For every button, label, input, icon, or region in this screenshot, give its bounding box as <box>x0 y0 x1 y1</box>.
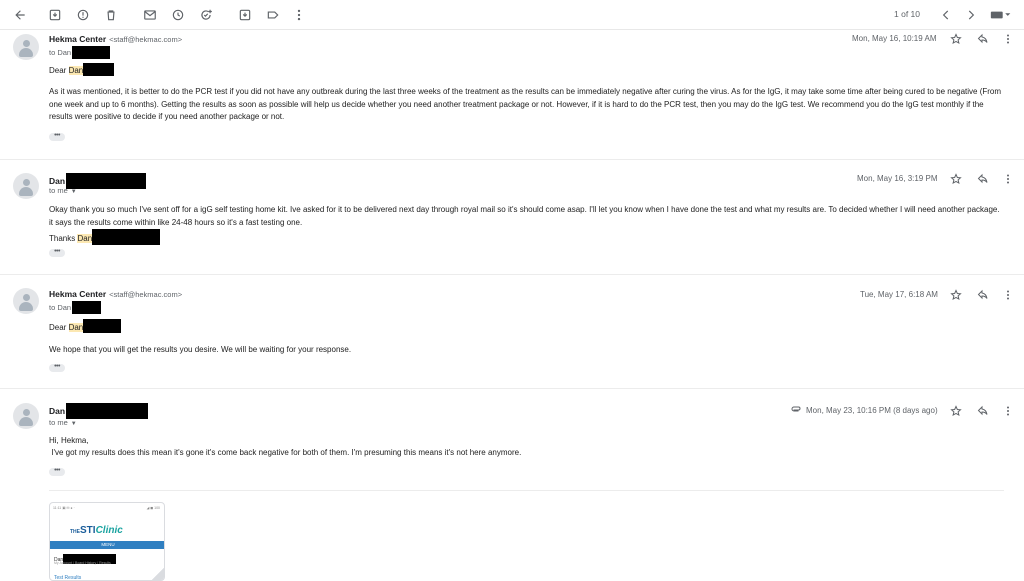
sender-email: <staff@hekmac.com> <box>109 35 183 44</box>
recipient-line[interactable]: to Dan <box>49 46 111 59</box>
sti-clinic-logo: THESTIClinic <box>70 525 123 536</box>
delete-icon[interactable] <box>102 6 120 24</box>
show-trimmed-content-button[interactable]: ••• <box>49 248 65 257</box>
avatar <box>13 288 39 314</box>
mark-unread-icon[interactable] <box>141 6 159 24</box>
show-trimmed-content-button[interactable]: ••• <box>49 363 65 372</box>
page-fold <box>152 568 164 580</box>
message-date: Mon, May 23, 10:16 PM (8 days ago) <box>806 406 938 415</box>
archive-icon[interactable] <box>46 6 64 24</box>
sender-label: Hekma Center <box>49 289 107 299</box>
input-tools-icon[interactable] <box>988 6 1014 24</box>
reply-icon[interactable] <box>976 32 990 46</box>
avatar <box>13 34 39 60</box>
recipient-label: to me <box>49 418 68 427</box>
show-trimmed-content-button[interactable]: ••• <box>49 467 65 476</box>
message-3: Hekma Center <staff@hekmac.com> to Dan Tu… <box>0 275 1024 389</box>
label-icon[interactable] <box>264 6 282 24</box>
avatar <box>13 173 39 199</box>
signoff-text: Thanks <box>49 234 76 243</box>
image-attachment-thumbnail[interactable]: 11:11 ▣ ✉ ● · ◢ ◼ 100 THESTIClinic MENU … <box>49 502 165 581</box>
greeting-line: Hi, Hekma, <box>49 436 89 445</box>
more-vert-icon[interactable] <box>1001 404 1015 418</box>
pager-count: 1 of 10 <box>894 9 920 19</box>
toolbar: 1 of 10 <box>0 0 1024 30</box>
message-2: Dan to me ▼ Mon, May 16, 3:19 PM Okay tha… <box>0 160 1024 275</box>
logo-the: THE <box>70 529 80 535</box>
recipient-label: to Dan <box>49 303 72 312</box>
avatar <box>13 403 39 429</box>
redaction-bar <box>72 301 102 314</box>
message-date: Tue, May 17, 6:18 AM <box>860 290 938 299</box>
sender-label: Dan <box>49 176 66 186</box>
sender-label: Dan <box>49 406 66 416</box>
attachment-menu-bar: MENU <box>50 541 164 549</box>
status-bar-right: ◢ ◼ 100 <box>146 506 160 510</box>
chevron-down-icon[interactable]: ▼ <box>71 189 77 195</box>
sender-name[interactable]: Hekma Center <staff@hekmac.com> <box>49 289 182 299</box>
redaction-bar <box>66 403 149 419</box>
logo-sti: STI <box>80 525 96 536</box>
redaction-bar <box>83 319 122 333</box>
attachment-test-results-link: Test Results <box>54 575 82 581</box>
report-spam-icon[interactable] <box>74 6 92 24</box>
reply-icon[interactable] <box>976 404 990 418</box>
greeting-text: Dear <box>49 323 67 332</box>
highlighted-name: Dan <box>77 234 93 243</box>
greeting-line: Dear Dan <box>49 319 1004 335</box>
divider <box>49 490 1004 491</box>
sender-email: <staff@hekmac.com> <box>109 290 183 299</box>
greeting-line: Dear Dan <box>49 63 1004 78</box>
older-chevron-right-icon[interactable] <box>962 6 980 24</box>
reply-icon[interactable] <box>976 288 990 302</box>
attachment-breadcrumb: My Account / Board History / Results <box>54 561 111 565</box>
redaction-bar <box>92 229 161 245</box>
recipient-line[interactable]: to me ▼ <box>49 418 77 427</box>
star-icon[interactable] <box>949 32 963 46</box>
more-vert-icon[interactable] <box>1001 172 1015 186</box>
redaction-bar <box>83 63 115 76</box>
highlighted-name: Dan <box>68 323 84 332</box>
sender-label: Hekma Center <box>49 34 107 44</box>
star-icon[interactable] <box>949 172 963 186</box>
recipient-label: to Dan <box>49 48 72 57</box>
message-body: Okay thank you so much I've sent off for… <box>49 205 1000 227</box>
show-trimmed-content-button[interactable]: ••• <box>49 132 65 141</box>
status-bar-left: 11:11 ▣ ✉ ● · <box>53 506 75 510</box>
sender-name[interactable]: Hekma Center <staff@hekmac.com> <box>49 34 182 44</box>
chevron-down-icon[interactable]: ▼ <box>71 421 77 427</box>
attachment-icon <box>789 403 803 417</box>
recipient-line[interactable]: to me ▼ <box>49 186 77 195</box>
more-vert-icon[interactable] <box>1001 32 1015 46</box>
sender-name[interactable]: Dan <box>49 403 149 419</box>
move-to-icon[interactable] <box>236 6 254 24</box>
add-task-icon[interactable] <box>197 6 215 24</box>
message-1: Hekma Center <staff@hekmac.com> to Dan Mo… <box>0 31 1024 160</box>
more-vert-icon[interactable] <box>1001 288 1015 302</box>
message-date: Mon, May 16, 10:19 AM <box>852 34 937 43</box>
recipient-label: to me <box>49 186 68 195</box>
back-arrow-icon[interactable] <box>11 6 29 24</box>
message-body: As it was mentioned, it is better to do … <box>49 87 1002 121</box>
message-body: I've got my results does this mean it's … <box>49 448 522 457</box>
message-date: Mon, May 16, 3:19 PM <box>857 174 938 183</box>
star-icon[interactable] <box>949 288 963 302</box>
signoff-line: Thanks Dan <box>49 229 1004 246</box>
highlighted-name: Dan <box>68 66 84 75</box>
redaction-bar <box>66 173 147 189</box>
greeting-text: Dear <box>49 66 67 75</box>
redaction-bar <box>72 46 111 59</box>
more-vert-icon[interactable] <box>290 6 308 24</box>
logo-clinic: Clinic <box>95 525 123 536</box>
message-body: We hope that you will get the results yo… <box>49 345 352 354</box>
recipient-line[interactable]: to Dan <box>49 301 102 314</box>
reply-icon[interactable] <box>976 172 990 186</box>
star-icon[interactable] <box>949 404 963 418</box>
snooze-icon[interactable] <box>169 6 187 24</box>
newer-chevron-left-icon[interactable] <box>937 6 955 24</box>
